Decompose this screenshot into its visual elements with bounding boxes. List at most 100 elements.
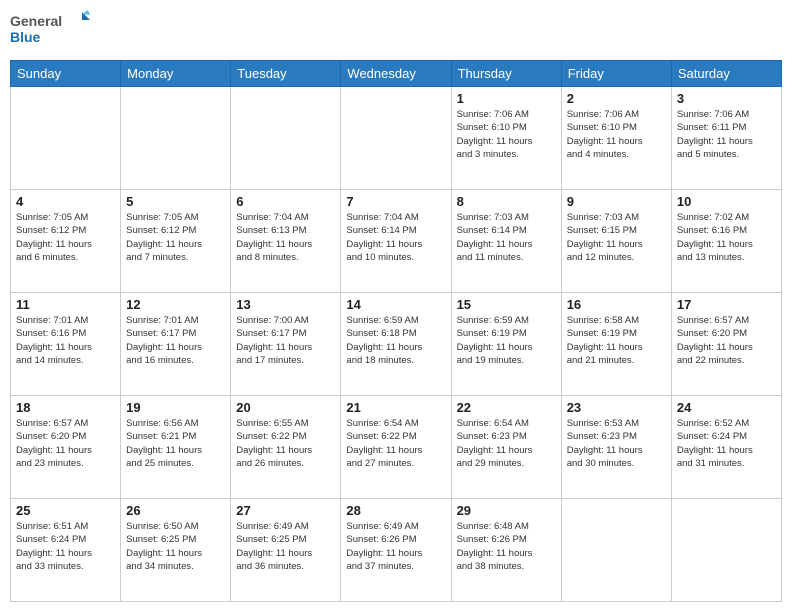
- svg-text:General: General: [10, 13, 62, 29]
- day-cell: 19 Sunrise: 6:56 AMSunset: 6:21 PMDayligh…: [121, 396, 231, 499]
- day-cell: 1 Sunrise: 7:06 AMSunset: 6:10 PMDaylight…: [451, 87, 561, 190]
- day-info: Sunrise: 7:04 AMSunset: 6:13 PMDaylight:…: [236, 211, 335, 264]
- day-number: 18: [16, 400, 115, 415]
- week-row-1: 1 Sunrise: 7:06 AMSunset: 6:10 PMDaylight…: [11, 87, 782, 190]
- day-info: Sunrise: 6:54 AMSunset: 6:23 PMDaylight:…: [457, 417, 556, 470]
- day-cell: [231, 87, 341, 190]
- day-info: Sunrise: 7:05 AMSunset: 6:12 PMDaylight:…: [126, 211, 225, 264]
- weekday-header-friday: Friday: [561, 61, 671, 87]
- day-info: Sunrise: 6:49 AMSunset: 6:25 PMDaylight:…: [236, 520, 335, 573]
- day-number: 7: [346, 194, 445, 209]
- day-cell: 20Sunrise: 6:55 AMSunset: 6:22 PMDayligh…: [231, 396, 341, 499]
- day-cell: 28 Sunrise: 6:49 AMSunset: 6:26 PMDayligh…: [341, 499, 451, 602]
- day-cell: 21 Sunrise: 6:54 AMSunset: 6:22 PMDayligh…: [341, 396, 451, 499]
- day-cell: 4 Sunrise: 7:05 AMSunset: 6:12 PMDaylight…: [11, 190, 121, 293]
- day-number: 5: [126, 194, 225, 209]
- day-info: Sunrise: 7:01 AMSunset: 6:17 PMDaylight:…: [126, 314, 225, 367]
- week-row-5: 25 Sunrise: 6:51 AMSunset: 6:24 PMDayligh…: [11, 499, 782, 602]
- day-number: 16: [567, 297, 666, 312]
- day-number: 11: [16, 297, 115, 312]
- day-number: 19: [126, 400, 225, 415]
- weekday-header-saturday: Saturday: [671, 61, 781, 87]
- day-cell: 26 Sunrise: 6:50 AMSunset: 6:25 PMDayligh…: [121, 499, 231, 602]
- day-number: 22: [457, 400, 556, 415]
- day-info: Sunrise: 6:51 AMSunset: 6:24 PMDaylight:…: [16, 520, 115, 573]
- day-info: Sunrise: 6:50 AMSunset: 6:25 PMDaylight:…: [126, 520, 225, 573]
- day-cell: 22 Sunrise: 6:54 AMSunset: 6:23 PMDayligh…: [451, 396, 561, 499]
- weekday-header-monday: Monday: [121, 61, 231, 87]
- day-info: Sunrise: 6:49 AMSunset: 6:26 PMDaylight:…: [346, 520, 445, 573]
- day-cell: 14 Sunrise: 6:59 AMSunset: 6:18 PMDayligh…: [341, 293, 451, 396]
- weekday-header-sunday: Sunday: [11, 61, 121, 87]
- day-cell: 11 Sunrise: 7:01 AMSunset: 6:16 PMDayligh…: [11, 293, 121, 396]
- svg-text:Blue: Blue: [10, 29, 41, 45]
- day-info: Sunrise: 6:58 AMSunset: 6:19 PMDaylight:…: [567, 314, 666, 367]
- day-cell: 5 Sunrise: 7:05 AMSunset: 6:12 PMDaylight…: [121, 190, 231, 293]
- calendar-table: SundayMondayTuesdayWednesdayThursdayFrid…: [10, 60, 782, 602]
- day-info: Sunrise: 6:57 AMSunset: 6:20 PMDaylight:…: [16, 417, 115, 470]
- day-cell: [671, 499, 781, 602]
- day-number: 10: [677, 194, 776, 209]
- day-number: 8: [457, 194, 556, 209]
- week-row-2: 4 Sunrise: 7:05 AMSunset: 6:12 PMDaylight…: [11, 190, 782, 293]
- day-cell: 3 Sunrise: 7:06 AMSunset: 6:11 PMDaylight…: [671, 87, 781, 190]
- weekday-header-row: SundayMondayTuesdayWednesdayThursdayFrid…: [11, 61, 782, 87]
- day-cell: [341, 87, 451, 190]
- day-cell: 24 Sunrise: 6:52 AMSunset: 6:24 PMDayligh…: [671, 396, 781, 499]
- day-number: 4: [16, 194, 115, 209]
- day-info: Sunrise: 7:03 AMSunset: 6:15 PMDaylight:…: [567, 211, 666, 264]
- day-number: 3: [677, 91, 776, 106]
- day-number: 25: [16, 503, 115, 518]
- day-cell: 23Sunrise: 6:53 AMSunset: 6:23 PMDayligh…: [561, 396, 671, 499]
- day-info: Sunrise: 6:54 AMSunset: 6:22 PMDaylight:…: [346, 417, 445, 470]
- day-number: 15: [457, 297, 556, 312]
- week-row-4: 18 Sunrise: 6:57 AMSunset: 6:20 PMDayligh…: [11, 396, 782, 499]
- day-cell: 2 Sunrise: 7:06 AMSunset: 6:10 PMDaylight…: [561, 87, 671, 190]
- day-number: 9: [567, 194, 666, 209]
- day-cell: 16 Sunrise: 6:58 AMSunset: 6:19 PMDayligh…: [561, 293, 671, 396]
- day-cell: 10Sunrise: 7:02 AMSunset: 6:16 PMDayligh…: [671, 190, 781, 293]
- weekday-header-tuesday: Tuesday: [231, 61, 341, 87]
- day-number: 26: [126, 503, 225, 518]
- header: General Blue: [10, 10, 782, 52]
- week-row-3: 11 Sunrise: 7:01 AMSunset: 6:16 PMDayligh…: [11, 293, 782, 396]
- day-info: Sunrise: 7:06 AMSunset: 6:10 PMDaylight:…: [457, 108, 556, 161]
- day-cell: 27Sunrise: 6:49 AMSunset: 6:25 PMDayligh…: [231, 499, 341, 602]
- day-cell: 13Sunrise: 7:00 AMSunset: 6:17 PMDayligh…: [231, 293, 341, 396]
- day-info: Sunrise: 7:00 AMSunset: 6:17 PMDaylight:…: [236, 314, 335, 367]
- day-info: Sunrise: 7:05 AMSunset: 6:12 PMDaylight:…: [16, 211, 115, 264]
- day-cell: 15 Sunrise: 6:59 AMSunset: 6:19 PMDayligh…: [451, 293, 561, 396]
- day-info: Sunrise: 6:59 AMSunset: 6:18 PMDaylight:…: [346, 314, 445, 367]
- day-number: 29: [457, 503, 556, 518]
- day-cell: 25 Sunrise: 6:51 AMSunset: 6:24 PMDayligh…: [11, 499, 121, 602]
- day-number: 28: [346, 503, 445, 518]
- day-number: 21: [346, 400, 445, 415]
- day-number: 1: [457, 91, 556, 106]
- day-cell: 17 Sunrise: 6:57 AMSunset: 6:20 PMDayligh…: [671, 293, 781, 396]
- day-number: 14: [346, 297, 445, 312]
- day-cell: 8Sunrise: 7:03 AMSunset: 6:14 PMDaylight…: [451, 190, 561, 293]
- day-number: 17: [677, 297, 776, 312]
- day-number: 12: [126, 297, 225, 312]
- day-info: Sunrise: 6:57 AMSunset: 6:20 PMDaylight:…: [677, 314, 776, 367]
- day-cell: [11, 87, 121, 190]
- day-number: 6: [236, 194, 335, 209]
- logo: General Blue: [10, 10, 90, 52]
- day-info: Sunrise: 7:01 AMSunset: 6:16 PMDaylight:…: [16, 314, 115, 367]
- day-info: Sunrise: 7:06 AMSunset: 6:10 PMDaylight:…: [567, 108, 666, 161]
- day-cell: 18 Sunrise: 6:57 AMSunset: 6:20 PMDayligh…: [11, 396, 121, 499]
- weekday-header-thursday: Thursday: [451, 61, 561, 87]
- day-number: 2: [567, 91, 666, 106]
- day-cell: 6 Sunrise: 7:04 AMSunset: 6:13 PMDaylight…: [231, 190, 341, 293]
- day-info: Sunrise: 7:06 AMSunset: 6:11 PMDaylight:…: [677, 108, 776, 161]
- day-number: 23: [567, 400, 666, 415]
- day-info: Sunrise: 6:56 AMSunset: 6:21 PMDaylight:…: [126, 417, 225, 470]
- calendar-page: General Blue SundayMondayTuesdayWednesda…: [0, 0, 792, 612]
- day-cell: [561, 499, 671, 602]
- logo-svg: General Blue: [10, 10, 90, 52]
- day-number: 24: [677, 400, 776, 415]
- day-info: Sunrise: 7:04 AMSunset: 6:14 PMDaylight:…: [346, 211, 445, 264]
- day-info: Sunrise: 6:59 AMSunset: 6:19 PMDaylight:…: [457, 314, 556, 367]
- day-info: Sunrise: 6:52 AMSunset: 6:24 PMDaylight:…: [677, 417, 776, 470]
- day-info: Sunrise: 6:55 AMSunset: 6:22 PMDaylight:…: [236, 417, 335, 470]
